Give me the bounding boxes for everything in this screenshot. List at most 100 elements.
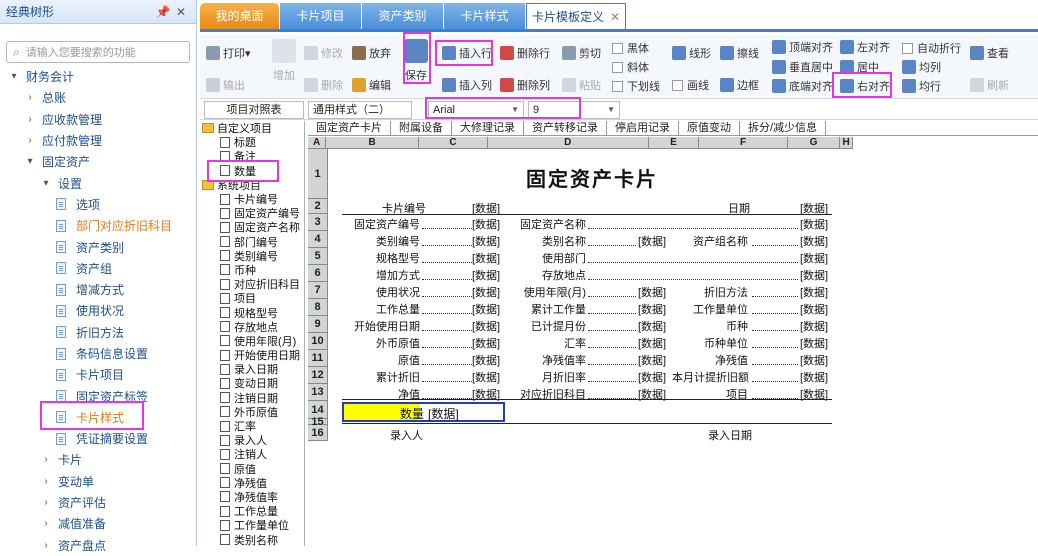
row-header-cell[interactable]: 5 xyxy=(308,248,327,265)
row-header-cell[interactable]: 7 xyxy=(308,282,327,299)
sheet-tab[interactable]: 停启用记录 xyxy=(607,121,679,135)
delete-button[interactable]: 删除 xyxy=(304,77,343,93)
tree-item[interactable]: › 卡片 xyxy=(0,449,196,470)
field-item[interactable]: 注销日期 xyxy=(200,391,304,405)
tree-item[interactable]: › 变动单 xyxy=(0,471,196,492)
label-left[interactable]: 累计折旧 xyxy=(348,369,420,385)
modify-button[interactable]: 修改 xyxy=(304,45,343,61)
data-tag[interactable]: [数据] xyxy=(638,233,666,249)
sheet-tab[interactable]: 大修理记录 xyxy=(452,121,524,135)
data-tag-quantity[interactable]: [数据] xyxy=(428,405,459,422)
label-quantity[interactable]: 数量 xyxy=(400,405,424,422)
field-group[interactable]: 自定义项目 xyxy=(200,121,304,135)
bold-checkbox[interactable]: 黑体 xyxy=(612,40,649,56)
export-button[interactable]: 输出 xyxy=(206,77,245,93)
eraser-button[interactable]: 擦线 xyxy=(720,45,759,61)
tab-3[interactable]: 卡片样式 xyxy=(444,3,526,29)
data-tag[interactable]: [数据] xyxy=(638,284,666,300)
tree-item[interactable]: ▾ 固定资产 xyxy=(0,151,196,172)
label-left[interactable]: 固定资产编号 xyxy=(348,216,420,232)
row-header-cell[interactable]: 6 xyxy=(308,265,327,282)
paste-button[interactable]: 粘贴 xyxy=(562,77,601,93)
top-align-button[interactable]: 顶端对齐 xyxy=(772,39,833,55)
label-mid[interactable]: 使用年限(月) xyxy=(518,284,586,300)
sheet-tab[interactable]: 资产转移记录 xyxy=(524,121,607,135)
refresh-button[interactable]: 刷新 xyxy=(970,77,1009,93)
data-tag[interactable]: [数据] xyxy=(800,284,828,300)
column-header-cell[interactable]: B xyxy=(326,137,420,148)
label-mid[interactable]: 类别名称 xyxy=(518,233,586,249)
tree-item[interactable]: 资产组 xyxy=(0,258,196,279)
sheet-tab[interactable]: 拆分/减少信息 xyxy=(740,121,827,135)
field-item[interactable]: 净残值率 xyxy=(200,490,304,504)
data-tag[interactable]: [数据] xyxy=(800,352,828,368)
data-tag[interactable]: [数据] xyxy=(472,233,500,249)
tree-item[interactable]: › 应付款管理 xyxy=(0,130,196,151)
column-header-cell[interactable]: C xyxy=(419,137,488,148)
tree-item[interactable]: 选项 xyxy=(0,194,196,215)
bottom-align-button[interactable]: 底端对齐 xyxy=(772,78,833,94)
label-mid[interactable]: 累计工作量 xyxy=(518,301,586,317)
data-tag[interactable]: [数据] xyxy=(638,335,666,351)
label-left[interactable]: 使用状况 xyxy=(348,284,420,300)
label-entry-person[interactable]: 录入人 xyxy=(390,427,423,443)
line-style-button[interactable]: 线形 xyxy=(672,45,711,61)
tab-close-icon[interactable]: ✕ xyxy=(610,10,620,24)
sheet-tab[interactable]: 固定资产卡片 xyxy=(308,121,391,135)
card-title[interactable]: 固定资产卡片 xyxy=(526,163,658,192)
label-right[interactable]: 折旧方法 xyxy=(672,284,748,300)
card-template-grid[interactable]: ABCDEFGH 1 2 3 4 5 6 7 8 9 10 11 12 13 14 15 16 固定资产卡片卡… xyxy=(308,137,1038,546)
tab-4[interactable]: 卡片模板定义 ✕ xyxy=(526,3,626,29)
field-item[interactable]: 使用年限(月) xyxy=(200,334,304,348)
sheet-tab[interactable]: 附属设备 xyxy=(391,121,452,135)
field-item[interactable]: 规格型号 xyxy=(200,305,304,320)
function-search-input[interactable]: ⌕ 请输入您要搜索的功能 xyxy=(6,41,190,63)
view-button[interactable]: 查看 xyxy=(970,45,1009,61)
insert-col-button[interactable]: 插入列 xyxy=(442,77,492,93)
row-header-cell[interactable]: 1 xyxy=(308,149,327,199)
field-item[interactable]: 部门编号 xyxy=(200,235,304,249)
tree-item[interactable]: › 资产盘点 xyxy=(0,535,196,556)
field-item[interactable]: 净残值 xyxy=(200,476,304,490)
column-header-cell[interactable]: H xyxy=(840,137,853,148)
chevron-right-icon[interactable]: › xyxy=(40,476,52,487)
data-tag[interactable]: [数据] xyxy=(800,216,828,232)
tree-item[interactable]: ▾ 财务会计 xyxy=(0,66,196,87)
row-header-cell[interactable]: 4 xyxy=(308,231,327,248)
data-tag[interactable]: [数据] xyxy=(638,318,666,334)
tree-item[interactable]: 增减方式 xyxy=(0,279,196,300)
data-tag[interactable]: [数据] xyxy=(800,369,828,385)
underline-checkbox[interactable]: 下划线 xyxy=(612,78,660,94)
tree-item[interactable]: › 总账 xyxy=(0,87,196,108)
data-tag[interactable]: [数据] xyxy=(472,284,500,300)
row-header-cell[interactable]: 3 xyxy=(308,214,327,231)
edit-button[interactable]: 编辑 xyxy=(352,77,391,93)
column-header-cell[interactable]: D xyxy=(488,137,649,148)
field-item[interactable]: 固定资产名称 xyxy=(200,220,304,234)
field-item[interactable]: 卡片编号 xyxy=(200,192,304,206)
chevron-right-icon[interactable]: › xyxy=(24,135,36,146)
data-tag[interactable]: [数据] xyxy=(472,216,500,232)
chevron-right-icon[interactable]: › xyxy=(24,92,36,103)
border-button[interactable]: 边框 xyxy=(720,77,759,93)
pin-icon[interactable]: 📌 xyxy=(154,5,172,19)
data-tag[interactable]: [数据] xyxy=(472,267,500,283)
label-mid[interactable]: 月折旧率 xyxy=(518,369,586,385)
row-header-cell[interactable]: 13 xyxy=(308,384,327,401)
close-icon[interactable]: ✕ xyxy=(172,5,190,19)
column-header-cell[interactable]: A xyxy=(308,137,327,148)
column-header-cell[interactable]: E xyxy=(649,137,700,148)
chevron-right-icon[interactable]: › xyxy=(40,518,52,529)
field-item[interactable]: 录入人 xyxy=(200,433,304,447)
label-mid[interactable]: 存放地点 xyxy=(518,267,586,283)
data-tag[interactable]: [数据] xyxy=(472,352,500,368)
row-header-cell[interactable]: 10 xyxy=(308,333,327,350)
tree-item[interactable]: ▾ 设置 xyxy=(0,172,196,193)
field-item[interactable]: 类别名称 xyxy=(200,532,304,546)
column-header-cell[interactable]: G xyxy=(788,137,841,148)
data-tag[interactable]: [数据] xyxy=(800,267,828,283)
data-tag[interactable]: [数据] xyxy=(638,352,666,368)
wrap-checkbox[interactable]: 自动折行 xyxy=(902,40,961,56)
even-col-button[interactable]: 均列 xyxy=(902,59,941,75)
label-mid[interactable]: 汇率 xyxy=(518,335,586,351)
